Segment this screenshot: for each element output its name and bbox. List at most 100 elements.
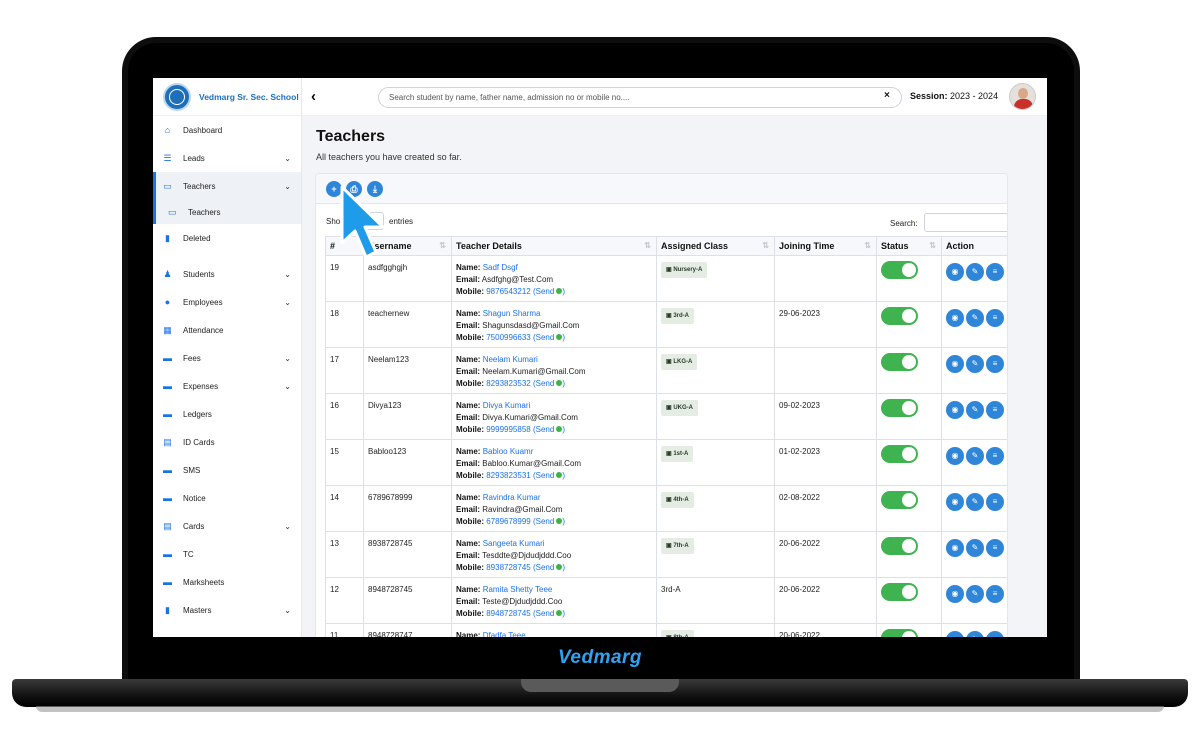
edit-button[interactable]: ✎ [966,447,984,465]
teacher-name-link[interactable]: Ravindra Kumar [483,493,541,502]
menu-button[interactable]: ≡ [986,539,1004,557]
teacher-mobile-link[interactable]: 7500996633 [486,333,531,342]
sidebar-item-attendance[interactable]: ▦ Attendance [153,316,301,344]
status-toggle[interactable] [881,491,918,509]
teacher-name-link[interactable]: Divya Kumari [483,401,531,410]
sidebar-item-cards[interactable]: ▤ Cards ⌄ [153,512,301,540]
teacher-mobile-link[interactable]: 8293823531 [486,471,531,480]
sidebar-item-employees[interactable]: ● Employees ⌄ [153,288,301,316]
column-header-teacher-details[interactable]: Teacher Details ⇅ [451,236,657,256]
column-header-action[interactable]: Action⇅ [941,236,1007,256]
teacher-mobile-link[interactable]: 8293823532 [486,379,531,388]
view-button[interactable]: ◉ [946,355,964,373]
sidebar-item-fees[interactable]: ▬ Fees ⌄ [153,344,301,372]
sidebar-item-students[interactable]: ♟ Students ⌄ [153,260,301,288]
status-toggle[interactable] [881,307,918,325]
send-whatsapp-link[interactable]: (Send) [533,287,565,296]
status-toggle[interactable] [881,445,918,463]
edit-button[interactable]: ✎ [966,401,984,419]
column-header-assigned-class[interactable]: Assigned Class ⇅ [656,236,775,256]
menu-button[interactable]: ≡ [986,263,1004,281]
edit-button[interactable]: ✎ [966,539,984,557]
sidebar-item-teachers[interactable]: ▭ Teachers ⌄ [153,172,301,200]
column-header-status[interactable]: Status ⇅ [876,236,942,256]
view-button[interactable]: ◉ [946,309,964,327]
teacher-name-line: Name: Dfadfa Teee [456,630,652,637]
send-whatsapp-link[interactable]: (Send) [533,517,565,526]
sidebar-item-notice[interactable]: ▬ Notice [153,484,301,512]
teacher-name-link[interactable]: Sangeeta Kumari [483,539,545,548]
status-toggle[interactable] [881,353,918,371]
teacher-mobile-link[interactable]: 8938728745 [486,563,531,572]
status-toggle[interactable] [881,261,918,279]
sidebar-item-expenses[interactable]: ▬ Expenses ⌄ [153,372,301,400]
sidebar-item-masters[interactable]: ▮ Masters ⌄ [153,596,301,624]
teacher-name-link[interactable]: Neelam Kumari [483,355,538,364]
sidebar-item-dashboard[interactable]: ⌂ Dashboard [153,116,301,144]
status-toggle[interactable] [881,537,918,555]
sidebar-subitem-teachers[interactable]: ▭ Teachers [153,200,301,224]
sidebar-item-id-cards[interactable]: ▤ ID Cards [153,428,301,456]
view-button[interactable]: ◉ [946,585,964,603]
send-whatsapp-link[interactable]: (Send) [533,379,565,388]
teacher-mobile-line: Mobile: 9876543212 (Send) [456,286,652,298]
teacher-name-link[interactable]: Shagun Sharma [483,309,541,318]
send-whatsapp-link[interactable]: (Send) [533,563,565,572]
search-input[interactable]: Search student by name, father name, adm… [378,87,902,108]
status-toggle[interactable] [881,629,918,637]
page-title: Teachers [316,128,386,145]
sidebar-item-ledgers[interactable]: ▬ Ledgers [153,400,301,428]
view-button[interactable]: ◉ [946,447,964,465]
status-toggle[interactable] [881,583,918,601]
column-header-joining-time[interactable]: Joining Time ⇅ [774,236,877,256]
table-search-input[interactable] [924,213,1007,232]
sidebar-header[interactable]: Vedmarg Sr. Sec. School [153,78,301,116]
avatar[interactable] [1009,83,1036,110]
send-whatsapp-link[interactable]: (Send) [533,609,565,618]
menu-button[interactable]: ≡ [986,447,1004,465]
edit-button[interactable]: ✎ [966,585,984,603]
table-row: 13 8938728745 Name: Sangeeta Kumari Email: … [325,531,1007,578]
sidebar-item-leads[interactable]: ☰ Leads ⌄ [153,144,301,172]
send-whatsapp-link[interactable]: (Send) [533,471,565,480]
sort-icon: ⇅ [644,241,651,250]
edit-button[interactable]: ✎ [966,631,984,637]
view-button[interactable]: ◉ [946,263,964,281]
edit-button[interactable]: ✎ [966,263,984,281]
teacher-icon: ▭ [163,180,172,191]
class-badge: ▣ 7th-A [661,538,694,554]
view-button[interactable]: ◉ [946,493,964,511]
view-button[interactable]: ◉ [946,539,964,557]
edit-button[interactable]: ✎ [966,355,984,373]
teacher-name-link[interactable]: Babloo Kuamr [483,447,534,456]
menu-button[interactable]: ≡ [986,309,1004,327]
menu-button[interactable]: ≡ [986,355,1004,373]
send-whatsapp-link[interactable]: (Send) [533,333,565,342]
teacher-name-link[interactable]: Sadf Dsgf [483,263,518,272]
menu-button[interactable]: ≡ [986,493,1004,511]
view-button[interactable]: ◉ [946,631,964,637]
edit-button[interactable]: ✎ [966,493,984,511]
teacher-mobile-link[interactable]: 9876543212 [486,287,531,296]
edit-button[interactable]: ✎ [966,309,984,327]
teacher-mobile-link[interactable]: 9999995858 [486,425,531,434]
menu-button[interactable]: ≡ [986,585,1004,603]
clear-search-icon[interactable]: × [884,90,890,101]
teacher-mobile-link[interactable]: 6789678999 [486,517,531,526]
sidebar-item-label: TC [183,549,194,559]
collapse-sidebar-button[interactable]: ‹ [311,88,316,105]
status-toggle[interactable] [881,399,918,417]
teacher-mobile-link[interactable]: 8948728745 [486,609,531,618]
assigned-class: 3rd-A [656,577,775,624]
sidebar-item-marksheets[interactable]: ▬ Marksheets [153,568,301,596]
menu-button[interactable]: ≡ [986,401,1004,419]
teacher-name-link[interactable]: Dfadfa Teee [483,631,526,637]
session-display[interactable]: Session: 2023 - 2024 [910,91,998,101]
sidebar-item-sms[interactable]: ▬ SMS [153,456,301,484]
view-button[interactable]: ◉ [946,401,964,419]
sidebar-item-tc[interactable]: ▬ TC [153,540,301,568]
sidebar-item-deleted[interactable]: ▮ Deleted [153,224,301,252]
menu-button[interactable]: ≡ [986,631,1004,637]
teacher-name-link[interactable]: Ramita Shetty Teee [483,585,553,594]
send-whatsapp-link[interactable]: (Send) [533,425,565,434]
